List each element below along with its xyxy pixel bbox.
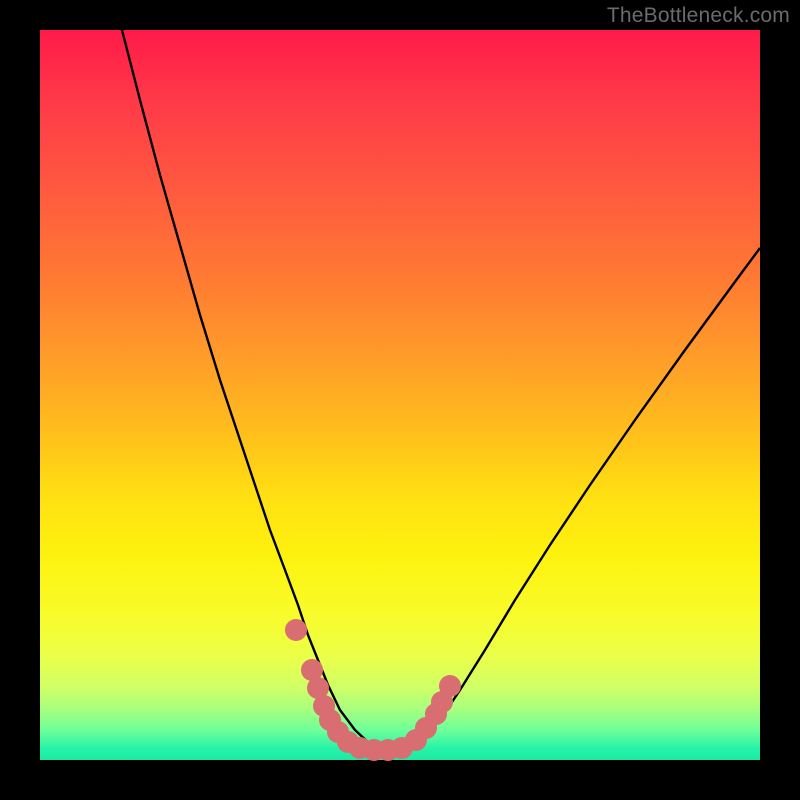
marker-dot xyxy=(439,675,461,697)
watermark-text: TheBottleneck.com xyxy=(607,4,790,28)
plot-area xyxy=(40,30,760,760)
curve-svg xyxy=(40,30,760,760)
chart-frame: TheBottleneck.com xyxy=(0,0,800,800)
marker-dot xyxy=(285,619,307,641)
bottleneck-curve-path xyxy=(122,30,760,750)
